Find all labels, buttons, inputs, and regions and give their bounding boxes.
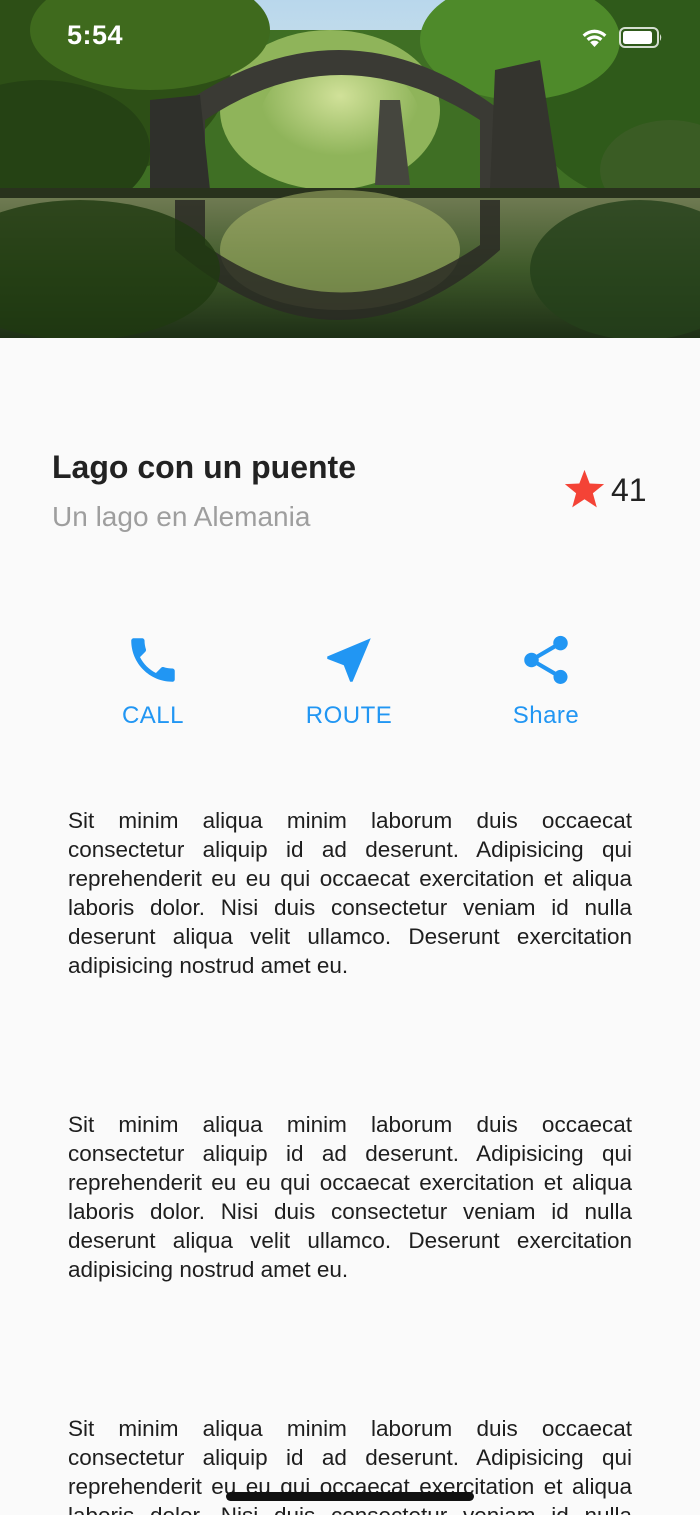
description-paragraph: Sit minim aliqua minim laborum duis occa…	[68, 1112, 632, 1282]
navigation-arrow-icon	[327, 638, 371, 682]
phone-icon	[131, 638, 175, 682]
call-label: CALL	[121, 702, 185, 729]
description-paragraph: Sit minim aliqua minim laborum duis occa…	[68, 808, 632, 978]
wifi-icon	[582, 29, 607, 47]
share-button[interactable]: Share	[471, 628, 621, 738]
star-icon[interactable]	[563, 469, 606, 510]
call-button[interactable]: CALL	[78, 628, 228, 738]
status-time: 5:54	[67, 20, 124, 50]
route-button[interactable]: ROUTE	[274, 628, 424, 738]
share-label: Share	[512, 702, 580, 729]
place-subtitle: Un lago en Alemania	[52, 501, 311, 532]
battery-icon	[619, 27, 662, 48]
share-icon	[524, 635, 568, 684]
route-label: ROUTE	[305, 702, 393, 729]
home-indicator[interactable]	[226, 1492, 474, 1501]
place-title: Lago con un puente	[52, 449, 356, 485]
rating-count: 41	[611, 472, 647, 508]
place-detail-screen: 5:54 Lago con un puente Un lago en Alema…	[0, 0, 700, 1515]
